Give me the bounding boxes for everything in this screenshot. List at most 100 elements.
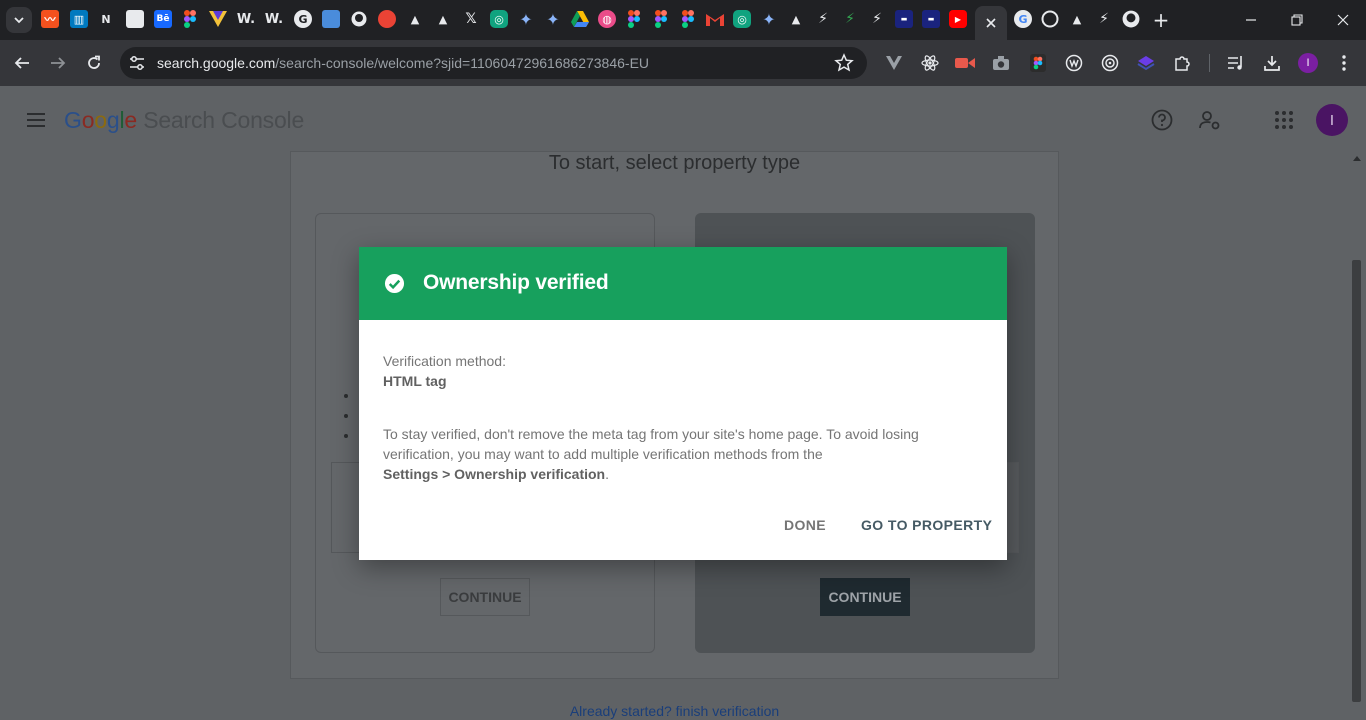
address-url[interactable]: search.google.com/search-console/welcome… [157,55,649,71]
ownership-verified-dialog: Ownership verified Verification method: … [359,247,1007,560]
browser-menu-icon[interactable] [1334,53,1354,73]
tab-favicon[interactable]: ▶ [949,10,967,28]
react-extension-icon[interactable] [920,53,940,73]
go-to-property-button[interactable]: GO TO PROPERTY [861,517,992,533]
tab-favicon[interactable]: W. [265,10,283,28]
restore-icon [1291,14,1303,26]
minimize-button[interactable] [1228,6,1274,34]
tab-favicon[interactable] [322,10,340,28]
tab-favicon[interactable]: ◎ [490,10,508,28]
scrollbar-thumb[interactable] [1352,260,1361,702]
google-apps-button[interactable] [1272,108,1296,132]
download-icon[interactable] [1262,53,1282,73]
tab-favicon[interactable]: N [97,10,115,28]
tab-favicon[interactable]: Bē [154,10,172,28]
settings-path: Settings > Ownership verification [383,466,606,482]
tab-favicon[interactable]: ✦ [517,10,535,29]
settings-users-button[interactable] [1198,108,1222,132]
camera-extension-icon[interactable] [991,53,1011,73]
done-button[interactable]: DONE [784,517,826,533]
site-info-icon[interactable] [128,54,146,72]
tab-favicon[interactable]: ◎ [733,10,751,28]
reload-button[interactable] [83,52,105,74]
tab-favicon[interactable]: ▲ [1068,10,1086,28]
description-end: . [605,466,609,482]
tab-favicon[interactable]: ◍ [598,10,616,28]
tab-favicon[interactable]: ⚡ [1095,10,1113,28]
tab-favicon[interactable]: 〰 [41,10,59,28]
dialog-header: Ownership verified [359,247,1007,320]
logo-letter: o [94,107,107,133]
tab-favicon[interactable]: ✦ [544,10,562,29]
continue-url-prefix-button[interactable]: CONTINUE [820,578,910,616]
tab-active-close[interactable] [975,6,1007,40]
close-window-button[interactable] [1320,6,1366,34]
new-tab-button[interactable]: + [1150,9,1172,31]
logo-letter: g [106,107,120,133]
tab-favicon[interactable]: 𝕏 [462,10,480,28]
continue-domain-button[interactable]: CONTINUE [440,578,530,616]
tab-favicon[interactable] [571,10,589,28]
account-avatar[interactable]: I [1316,104,1348,136]
tab-favicon[interactable] [679,10,697,28]
tab-favicon[interactable]: ▲ [787,10,805,28]
bookmark-star-icon[interactable] [834,53,854,73]
tab-favicon[interactable] [378,10,396,28]
tab-favicon[interactable]: ▬ [922,10,940,28]
extensions-puzzle-icon[interactable] [1172,53,1192,73]
tab-favicon[interactable]: ⚡ [814,10,832,28]
toolbar-divider [1209,54,1210,72]
close-icon [1337,14,1349,26]
tab-favicon[interactable] [652,10,670,28]
back-button[interactable] [11,52,33,74]
tab-favicon[interactable]: ▲ [406,10,424,28]
target-extension-icon[interactable] [1100,53,1120,73]
list-bullet [344,394,348,398]
logo-letter: o [81,107,95,133]
tab-favicon[interactable]: ✦ [760,10,778,29]
tab-favicon[interactable] [1041,10,1059,28]
forward-button[interactable] [47,52,69,74]
tab-favicon[interactable]: W. [237,10,255,28]
video-extension-icon[interactable] [955,53,975,73]
media-control-icon[interactable] [1226,53,1246,73]
wappalyzer-extension-icon[interactable] [1064,53,1084,73]
main-menu-button[interactable] [24,108,48,132]
tab-favicon[interactable]: ⚡ [868,10,886,28]
tab-favicon[interactable]: ⚡ [841,10,859,28]
arrow-right-icon [51,57,66,69]
list-bullet [344,414,348,418]
minimize-icon [1246,19,1256,21]
vuetify-extension-icon[interactable] [884,53,904,73]
reload-icon [88,55,100,69]
tab-favicon[interactable] [625,10,643,28]
tab-favicon[interactable] [209,10,227,28]
tab-favicon[interactable]: ▲ [434,10,452,28]
restore-button[interactable] [1274,6,1320,34]
tab-favicon[interactable] [181,10,199,28]
help-button[interactable] [1150,108,1174,132]
product-logo[interactable]: Google Search Console [64,107,304,134]
tab-search-button[interactable] [6,7,32,33]
dialog-description: To stay verified, don't remove the meta … [383,424,943,484]
tab-favicon[interactable]: ▥ [70,10,88,28]
page-title: To start, select property type [548,152,801,174]
tab-favicon[interactable]: G [1014,10,1032,28]
layers-extension-icon[interactable] [1136,53,1156,73]
tab-favicon[interactable] [706,10,724,28]
tab-favicon[interactable]: G [294,10,312,28]
verification-method-value: HTML tag [383,373,447,389]
browser-profile-avatar[interactable]: I [1298,53,1318,73]
tab-favicon[interactable] [350,10,368,28]
finish-verification-link[interactable]: Already started? finish verification [290,703,1059,719]
arrow-left-icon [14,57,29,69]
apps-grid-icon [1275,111,1293,129]
check-circle-icon [384,273,405,294]
close-icon [986,18,996,28]
scroll-up-arrow-icon[interactable] [1353,156,1361,161]
figma-extension-icon[interactable] [1028,53,1048,73]
tab-favicon[interactable] [1122,10,1140,28]
tab-favicon[interactable] [126,10,144,28]
logo-letter: e [124,107,137,133]
tab-favicon[interactable]: ▬ [895,10,913,28]
